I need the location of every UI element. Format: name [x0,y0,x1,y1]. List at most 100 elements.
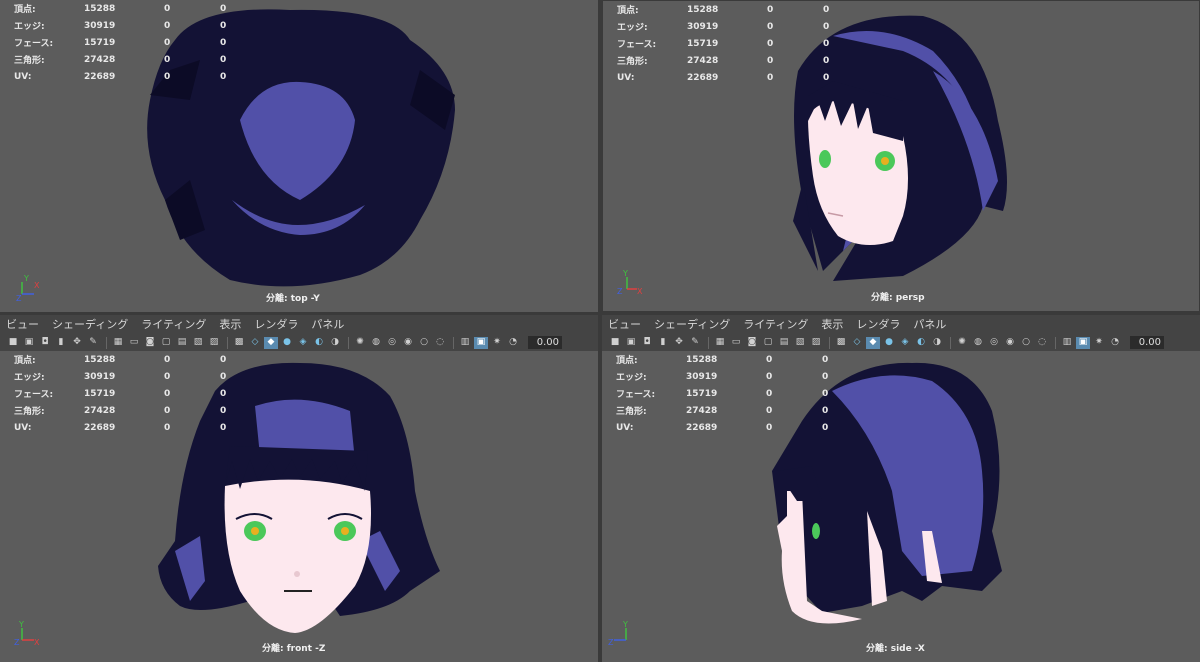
toolbar-separator [708,336,709,349]
menu-renderer[interactable]: レンダラ [856,316,900,332]
xray-icon[interactable]: ◐ [914,337,928,349]
hud-label: 頂点: [617,6,639,16]
poly-count-hud: 頂点: 15288 0 0 エッジ: 30919 0 0 フェース: 15719 0 0 三角形: 274… [14,351,240,436]
field-chart-icon[interactable]: ▤ [777,337,791,349]
toolbar-separator [829,336,830,349]
film-gate-icon[interactable]: ▭ [127,337,141,349]
hud-label: UV: [617,72,635,83]
xray-joints-icon[interactable]: ◑ [328,337,342,349]
exposure-icon[interactable]: ✷ [490,337,504,349]
hud-label: フェース: [617,40,657,50]
hud-count: 27428 [84,54,116,65]
hud-count: 30919 [686,371,718,382]
viewport-top[interactable]: 頂点: 15288 0 0 エッジ: 30919 0 0 フェース: 15719 0 0 三角形: 274… [0,0,598,312]
viewport-front[interactable]: 頂点: 15288 0 0 エッジ: 30919 0 0 フェース: 15719 0 0 三角形: 274… [0,351,598,662]
hud-label: 頂点: [14,356,36,366]
hud-selected: 0 [164,54,171,65]
grid-icon[interactable]: ▦ [713,337,727,349]
screen-space-ao-icon[interactable]: ◎ [385,337,399,349]
motion-blur-icon[interactable]: ◉ [1003,337,1017,349]
image-plane-icon[interactable]: ▮ [54,337,68,349]
wireframe-icon[interactable]: ◇ [248,337,262,349]
wireframe-icon[interactable]: ◇ [850,337,864,349]
field-chart-icon[interactable]: ▤ [175,337,189,349]
2d-pan-icon[interactable]: ✥ [672,337,686,349]
menu-show[interactable]: 表示 [821,316,843,332]
motion-blur-icon[interactable]: ◉ [401,337,415,349]
menu-show[interactable]: 表示 [219,316,241,332]
bookmark-icon[interactable]: ◘ [640,337,654,349]
use-default-material-icon[interactable]: ● [882,337,896,349]
xray-active-icon[interactable]: ▣ [1076,336,1090,349]
menu-view[interactable]: ビュー [608,316,641,332]
safe-action-icon[interactable]: ▧ [793,337,807,349]
safe-action-icon[interactable]: ▧ [191,337,205,349]
wireframe-on-shaded-icon[interactable]: ◈ [296,337,310,349]
multisample-aa-icon[interactable]: ○ [417,337,431,349]
screen-space-ao-icon[interactable]: ◎ [987,337,1001,349]
viewport-persp[interactable]: 頂点: 15288 0 0 エッジ: 30919 0 0 フェース: 15719 0 0 三角形: 274… [602,0,1200,312]
menu-view[interactable]: ビュー [6,316,39,332]
exposure-field[interactable]: 0.00 [1130,336,1164,349]
xray-joints-icon[interactable]: ◑ [930,337,944,349]
gate-mask-icon[interactable]: ▢ [761,337,775,349]
hud-row: エッジ: 30919 0 0 [616,368,842,385]
depth-of-field-icon[interactable]: ◌ [1035,337,1049,349]
camera-attr-icon[interactable]: ▣ [624,337,638,349]
camera-label: 分離: side -X [866,644,925,654]
menu-renderer[interactable]: レンダラ [254,316,298,332]
hud-label: UV: [14,422,32,433]
gate-mask-icon[interactable]: ▢ [159,337,173,349]
wireframe-on-shaded-icon[interactable]: ◈ [898,337,912,349]
grid-icon[interactable]: ▦ [111,337,125,349]
2d-pan-icon[interactable]: ✥ [70,337,84,349]
shadows-icon[interactable]: ◍ [369,337,383,349]
isolate-select-icon[interactable]: ▩ [834,337,848,349]
menu-shading[interactable]: シェーディング [654,316,730,332]
smooth-shade-icon[interactable]: ◆ [866,336,880,349]
use-all-lights-icon[interactable]: ✺ [955,337,969,349]
image-plane-icon[interactable]: ▮ [656,337,670,349]
camera-icon[interactable]: ■ [6,337,20,349]
use-all-lights-icon[interactable]: ✺ [353,337,367,349]
safe-title-icon[interactable]: ▨ [207,337,221,349]
hud-selected: 0 [164,37,171,48]
use-default-material-icon[interactable]: ● [280,337,294,349]
isolate-select-icon[interactable]: ▩ [232,337,246,349]
shadows-icon[interactable]: ◍ [971,337,985,349]
hud-row: UV: 22689 0 0 [14,68,240,85]
resolution-gate-icon[interactable]: ◙ [745,337,759,349]
hud-component: 0 [220,371,227,382]
gamma-icon[interactable]: ◔ [1108,337,1122,349]
viewport-side[interactable]: 頂点: 15288 0 0 エッジ: 30919 0 0 フェース: 15719 0 0 三角形: 274… [602,351,1200,662]
depth-of-field-icon[interactable]: ◌ [433,337,447,349]
gamma-icon[interactable]: ◔ [506,337,520,349]
panel-toolbar: ■ ▣ ◘ ▮ ✥ ✎ ▦ ▭ ◙ ▢ ▤ ▧ ▨ ▩ ◇ ◆ ● ◈ ◐ ◑ ✺ ◍ ◎ ◉ ○ ◌ ▥ ▣ ✷ ◔ 0.00 [0,334,598,351]
hud-component: 0 [220,3,227,14]
exposure-icon[interactable]: ✷ [1092,337,1106,349]
hud-count: 22689 [687,72,719,83]
exposure-field[interactable]: 0.00 [528,336,562,349]
resolution-gate-icon[interactable]: ◙ [143,337,157,349]
camera-attr-icon[interactable]: ▣ [22,337,36,349]
xray-icon[interactable]: ◐ [312,337,326,349]
bookmark-icon[interactable]: ◘ [38,337,52,349]
isolate-select-view-icon[interactable]: ▥ [1060,337,1074,349]
smooth-shade-icon[interactable]: ◆ [264,336,278,349]
hud-selected: 0 [766,388,773,399]
grease-pencil-icon[interactable]: ✎ [688,337,702,349]
xray-active-icon[interactable]: ▣ [474,336,488,349]
safe-title-icon[interactable]: ▨ [809,337,823,349]
menu-shading[interactable]: シェーディング [52,316,128,332]
menu-panels[interactable]: パネル [913,316,946,332]
film-gate-icon[interactable]: ▭ [729,337,743,349]
menu-lighting[interactable]: ライティング [141,316,206,332]
multisample-aa-icon[interactable]: ○ [1019,337,1033,349]
camera-icon[interactable]: ■ [608,337,622,349]
grease-pencil-icon[interactable]: ✎ [86,337,100,349]
menu-panels[interactable]: パネル [311,316,344,332]
menu-lighting[interactable]: ライティング [743,316,808,332]
viewport-divider[interactable] [598,0,602,662]
isolate-select-view-icon[interactable]: ▥ [458,337,472,349]
svg-text:Y: Y [622,269,628,278]
